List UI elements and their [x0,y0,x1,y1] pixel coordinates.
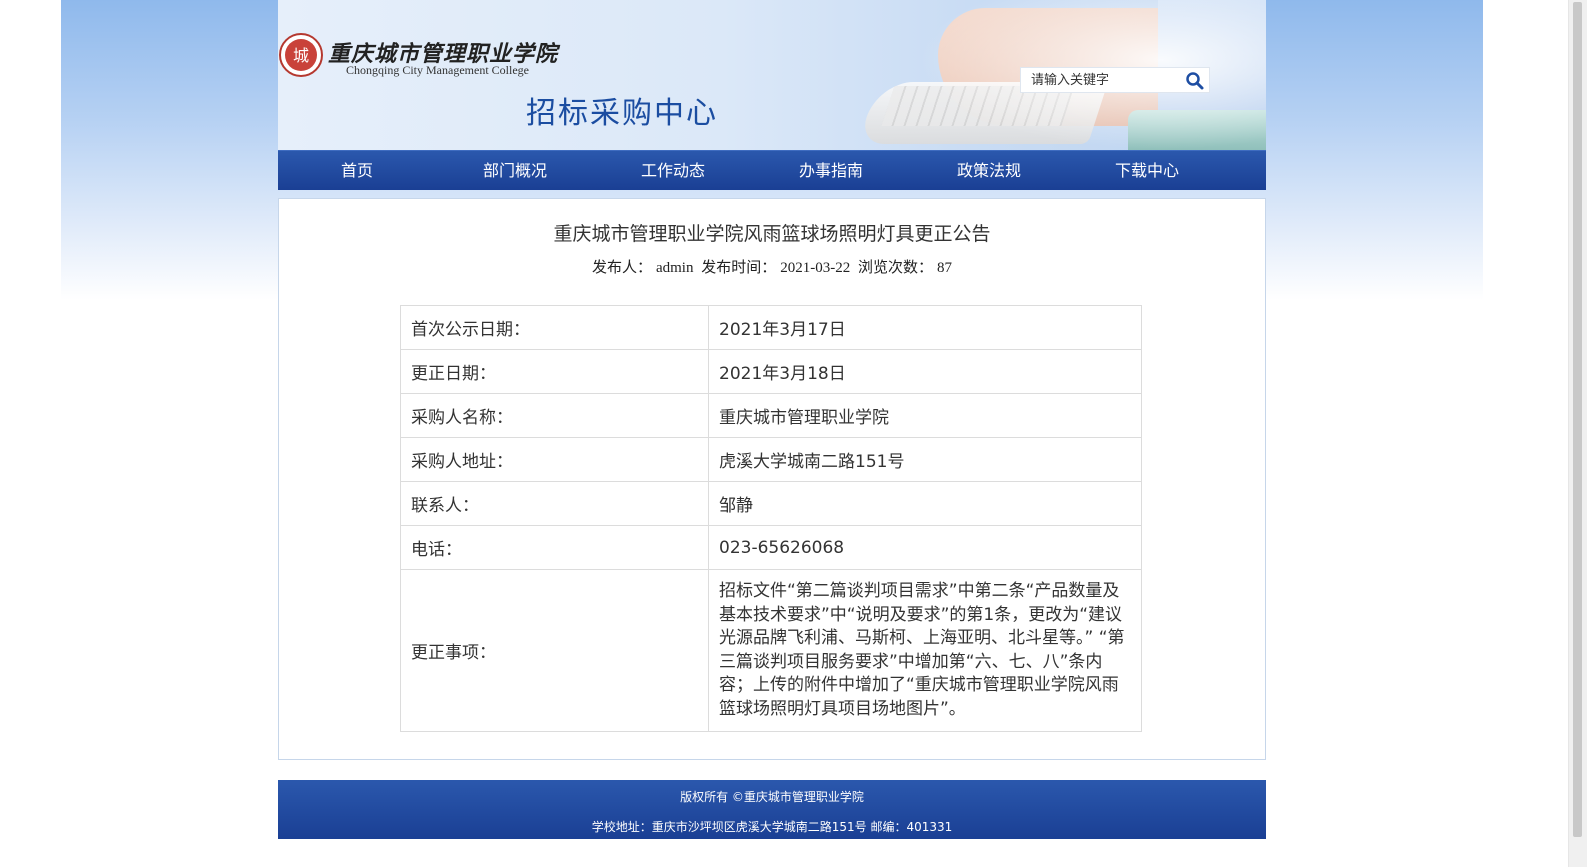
row-key: 更正日期： [400,349,709,394]
row-value: 邹静 [708,481,1142,526]
page-container: 城 重庆城市管理职业学院 Chongqing City Management C… [278,0,1266,839]
college-name-en[interactable]: Chongqing City Management College [346,63,529,78]
row-key: 首次公示日期： [400,305,709,350]
scrollbar-thumb[interactable] [1573,2,1582,837]
table-row: 更正日期： 2021年3月18日 [400,349,1142,394]
meta-publisher: admin [655,260,694,276]
main-nav: 首页 部门概况 工作动态 办事指南 政策法规 下载中心 [278,150,1266,190]
row-key: 电话： [400,525,709,570]
site-footer: 版权所有 ©重庆城市管理职业学院 学校地址：重庆市沙坪坝区虎溪大学城南二路151… [278,780,1266,839]
meta-views: 87 [937,260,953,276]
college-logo-icon[interactable]: 城 [278,32,324,78]
row-value: 虎溪大学城南二路151号 [708,437,1142,482]
meta-views-label: 浏览次数： [858,260,934,276]
nav-item-policy[interactable]: 政策法规 [910,151,1068,190]
site-header: 城 重庆城市管理职业学院 Chongqing City Management C… [278,0,1266,150]
table-row: 采购人地址： 虎溪大学城南二路151号 [400,437,1142,482]
table-row: 联系人： 邹静 [400,481,1142,526]
search-icon[interactable] [1185,71,1205,91]
site-title: 招标采购中心 [526,96,718,131]
info-table: 首次公示日期： 2021年3月17日 更正日期： 2021年3月18日 采购人名… [400,305,1142,732]
table-row: 采购人名称： 重庆城市管理职业学院 [400,393,1142,438]
search-input[interactable] [1021,68,1191,92]
footer-copyright: 版权所有 ©重庆城市管理职业学院 [680,790,864,804]
row-key: 采购人名称： [400,393,709,438]
row-key: 联系人： [400,481,709,526]
row-value: 2021年3月18日 [708,349,1142,394]
nav-item-department[interactable]: 部门概况 [436,151,594,190]
search-box [1020,67,1210,93]
table-row: 更正事项： 招标文件“第二篇谈判项目需求”中第二条“产品数量及基本技术要求”中“… [400,569,1142,732]
table-row: 电话： 023-65626068 [400,525,1142,570]
table-row: 首次公示日期： 2021年3月17日 [400,305,1142,350]
vertical-scrollbar[interactable] [1568,0,1587,867]
meta-publisher-label: 发布人： [591,260,652,276]
article-panel: 重庆城市管理职业学院风雨篮球场照明灯具更正公告 发布人： admin 发布时间： 2… [278,198,1266,760]
nav-item-download[interactable]: 下载中心 [1068,151,1226,190]
row-value: 2021年3月17日 [708,305,1142,350]
meta-time: 2021-03-22 [780,260,851,276]
row-value: 招标文件“第二篇谈判项目需求”中第二条“产品数量及基本技术要求”中“说明及要求”… [708,569,1142,732]
article-meta: 发布人： admin 发布时间： 2021-03-22 浏览次数： 87 [279,256,1265,277]
row-key: 采购人地址： [400,437,709,482]
nav-item-home[interactable]: 首页 [278,151,436,190]
article-title: 重庆城市管理职业学院风雨篮球场照明灯具更正公告 [553,223,991,245]
row-key: 更正事项： [400,569,709,732]
logo-glyph: 城 [293,46,309,65]
row-value: 023-65626068 [708,525,1142,570]
nav-item-guide[interactable]: 办事指南 [752,151,910,190]
row-value: 重庆城市管理职业学院 [708,393,1142,438]
footer-address: 学校地址：重庆市沙坪坝区虎溪大学城南二路151号 邮编：401331 [591,820,953,834]
nav-item-news[interactable]: 工作动态 [594,151,752,190]
meta-time-label: 发布时间： [701,260,777,276]
